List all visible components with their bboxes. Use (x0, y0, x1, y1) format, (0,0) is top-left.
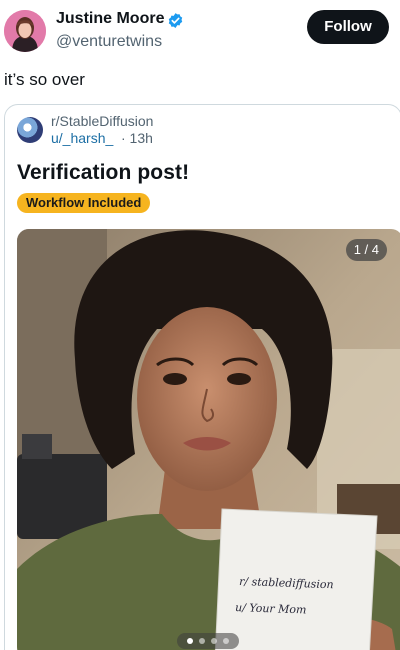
image-page-counter: 1 / 4 (345, 239, 387, 261)
carousel-dot[interactable] (187, 638, 193, 644)
subreddit-name[interactable]: r/StableDiffusion (51, 113, 153, 129)
author-display-name[interactable]: Justine Moore (56, 10, 164, 28)
post-title[interactable]: Verification post! (17, 161, 189, 185)
carousel-dot[interactable] (199, 638, 205, 644)
subreddit-avatar (17, 117, 43, 143)
tweet-text: it’s so over (4, 70, 85, 89)
author-handle[interactable]: @venturetwins (56, 33, 162, 51)
verified-badge-icon (168, 13, 183, 28)
post-username[interactable]: u/_harsh_ (51, 130, 113, 146)
tweet-header: Justine Moore @venturetwins Follow (0, 0, 400, 60)
author-avatar[interactable] (4, 10, 46, 52)
sign-line-user: u/ Your Mom (235, 601, 307, 616)
embedded-post-card[interactable]: r/StableDiffusion u/_harsh_ · 13h Verifi… (4, 104, 400, 650)
post-image[interactable]: r/ stablediffusion u/ Your Mom 1 / 4 (17, 229, 400, 650)
follow-button[interactable]: Follow (307, 10, 389, 44)
selfie-photo: r/ stablediffusion u/ Your Mom (17, 229, 400, 650)
flair-badge: Workflow Included (17, 193, 151, 213)
post-time: · 13h (121, 130, 153, 146)
carousel-dots[interactable] (177, 633, 239, 649)
carousel-dot[interactable] (223, 638, 229, 644)
carousel-dot[interactable] (211, 638, 217, 644)
